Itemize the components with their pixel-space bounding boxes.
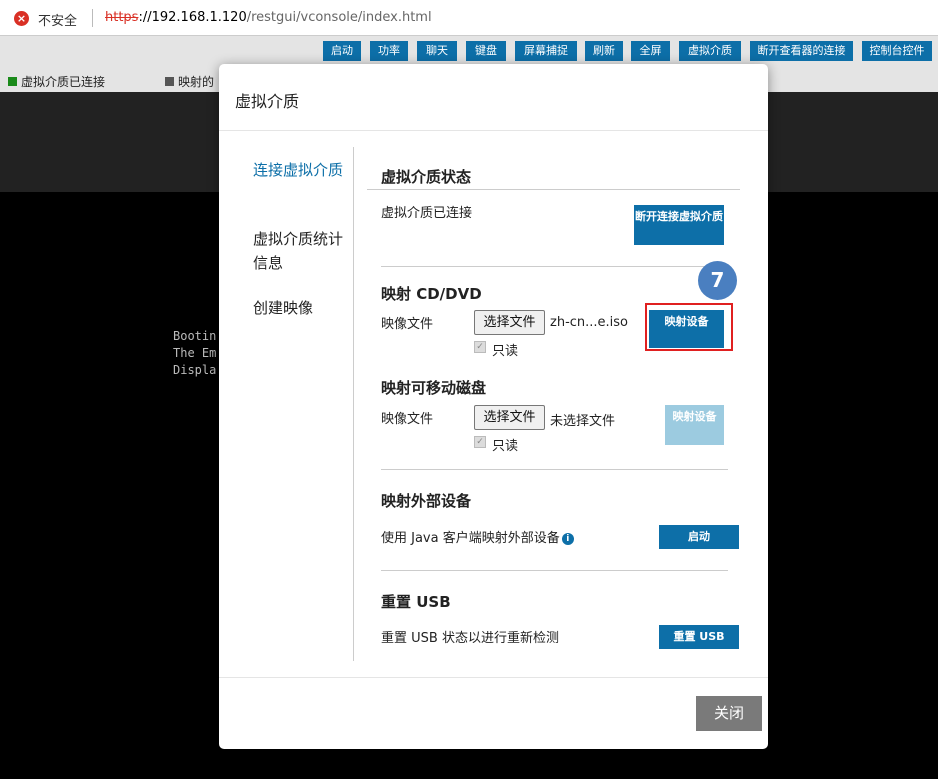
url-host: ://192.168.1.120 — [138, 10, 247, 25]
section-divider — [381, 266, 728, 267]
disconnect-virtual-media-button[interactable]: 断开连接虚拟介质 — [634, 205, 724, 245]
external-section-text: 使用 Java 客户端映射外部设备 — [381, 531, 560, 546]
toolbar-disconnect-viewer-button[interactable]: 断开查看器的连接 — [750, 41, 853, 61]
error-icon[interactable]: × — [14, 11, 29, 26]
url-path: /restgui/vconsole/index.html — [246, 10, 432, 25]
virtual-media-dialog: 虚拟介质 连接虚拟介质 虚拟介质统计信息 创建映像 虚拟介质状态 虚拟介质已连接… — [219, 64, 768, 749]
status-mapped: 映射的 — [165, 73, 214, 90]
callout-highlight — [645, 303, 733, 351]
cd-readonly-label: 只读 — [492, 344, 519, 359]
external-section-title: 映射外部设备 — [381, 492, 472, 510]
toolbar-virtual-media-button[interactable]: 虚拟介质 — [679, 41, 741, 61]
console-line: Bootin — [173, 329, 217, 343]
dialog-title: 虚拟介质 — [235, 92, 300, 111]
info-icon[interactable]: i — [561, 533, 574, 545]
security-label[interactable]: 不安全 — [38, 10, 77, 29]
status-indicator-icon — [8, 77, 17, 86]
url-scheme: https — [105, 10, 139, 25]
nav-create-image[interactable]: 创建映像 — [253, 296, 345, 320]
toolbar-refresh-button[interactable]: 刷新 — [585, 41, 623, 61]
toolbar-chat-button[interactable]: 聊天 — [417, 41, 457, 61]
footer-divider — [219, 677, 768, 678]
cd-section-title: 映射 CD/DVD — [381, 285, 482, 303]
status-connected-text: 虚拟介质已连接 — [21, 75, 106, 89]
url-field[interactable]: https://192.168.1.120/restgui/vconsole/i… — [105, 10, 432, 25]
section-divider — [381, 469, 728, 470]
removable-readonly-label: 只读 — [492, 439, 519, 454]
toolbar-power-button[interactable]: 功率 — [370, 41, 408, 61]
launch-java-client-button[interactable]: 启动 — [659, 525, 739, 549]
nav-virtual-media-stats[interactable]: 虚拟介质统计信息 — [253, 227, 345, 275]
status-mapped-text: 映射的 — [178, 75, 215, 89]
cd-image-label: 映像文件 — [381, 317, 434, 332]
console-boot-text: Bootin The Em Displa — [173, 328, 216, 379]
nav-divider — [353, 609, 354, 661]
console-line: The Em — [173, 346, 217, 360]
cd-readonly-checkbox[interactable]: ✓ — [474, 341, 486, 353]
status-section-title: 虚拟介质状态 — [381, 168, 472, 186]
cd-file-name: zh-cn...e.iso — [550, 315, 629, 330]
console-line: Displa — [173, 363, 217, 377]
toolbar-fullscreen-button[interactable]: 全屏 — [631, 41, 670, 61]
removable-image-label: 映像文件 — [381, 412, 434, 427]
removable-choose-file-button[interactable]: 选择文件 — [474, 405, 545, 430]
address-separator — [92, 9, 93, 27]
status-section-text: 虚拟介质已连接 — [381, 206, 473, 221]
toolbar-keyboard-button[interactable]: 键盘 — [466, 41, 506, 61]
toolbar-console-controls-button[interactable]: 控制台控件 — [862, 41, 932, 61]
nav-divider — [353, 147, 354, 609]
callout-step-badge: 7 — [698, 261, 737, 300]
map-removable-device-button[interactable]: 映射设备 — [665, 405, 724, 445]
removable-readonly-checkbox[interactable]: ✓ — [474, 436, 486, 448]
status-indicator-icon — [165, 77, 174, 86]
header-divider — [219, 130, 768, 131]
cd-choose-file-button[interactable]: 选择文件 — [474, 310, 545, 335]
external-section-text-wrap: 使用 Java 客户端映射外部设备 i — [381, 527, 574, 546]
toolbar-screen-capture-button[interactable]: 屏幕捕捉 — [515, 41, 577, 61]
section-divider — [381, 570, 728, 571]
toolbar-power-on-button[interactable]: 启动 — [323, 41, 361, 61]
nav-connect-virtual-media[interactable]: 连接虚拟介质 — [253, 158, 345, 182]
usb-section-text: 重置 USB 状态以进行重新检测 — [381, 631, 559, 646]
address-bar: × 不安全 https://192.168.1.120/restgui/vcon… — [0, 0, 938, 36]
removable-file-name: 未选择文件 — [550, 414, 616, 429]
removable-section-title: 映射可移动磁盘 — [381, 379, 487, 397]
status-virtual-media: 虚拟介质已连接 — [8, 73, 105, 90]
close-button[interactable]: 关闭 — [696, 696, 762, 731]
reset-usb-button[interactable]: 重置 USB — [659, 625, 739, 649]
usb-section-title: 重置 USB — [381, 593, 451, 611]
section-divider — [367, 189, 740, 190]
